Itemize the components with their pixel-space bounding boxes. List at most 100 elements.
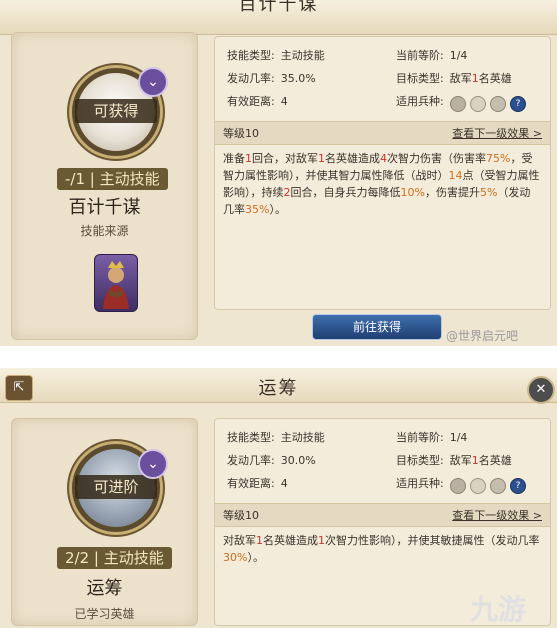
obtainable-label: 可获得 xyxy=(75,99,157,123)
target-value: 敌军 xyxy=(449,454,472,467)
description-segment: 30% xyxy=(223,551,248,564)
skill-type-value: 主动技能 xyxy=(280,431,325,444)
unit-type-icons: ? xyxy=(450,475,530,494)
level-header: 等级10 查看下一级效果 > xyxy=(215,121,550,145)
next-level-link[interactable]: 查看下一级效果 > xyxy=(452,125,542,141)
target-value: 敌军 xyxy=(449,72,472,85)
description-segment: 14 xyxy=(448,169,463,182)
tier-row: 当前等阶: 1/4 xyxy=(396,47,467,63)
level-header: 等级10 查看下一级效果 > xyxy=(215,503,550,527)
skill-source-label: 技能来源 xyxy=(80,224,129,238)
description-segment: 次智力 xyxy=(325,534,358,547)
skill-panel-1: 百计千谋 可获得 ⌄ -/1 | 主动技能 百计千谋 技能来源 技能类型: 主动技… xyxy=(0,0,557,346)
chance-row: 发动几率: 35.0% xyxy=(227,70,316,86)
go-obtain-button[interactable]: 前往获得 xyxy=(312,314,442,340)
skill-type-row: 技能类型: 主动技能 xyxy=(227,429,325,445)
watermark-logo: 九游 xyxy=(470,593,527,626)
target-label: 目标类型: xyxy=(396,72,444,85)
gauntlet-icon[interactable] xyxy=(450,477,466,494)
chevron-down-icon[interactable]: ⌄ xyxy=(138,449,168,479)
tier-row: 当前等阶: 1/4 xyxy=(396,429,467,445)
target-row: 目标类型: 敌军1名英雄 xyxy=(396,452,512,468)
description-segment: 1 xyxy=(245,152,252,165)
description-segment: 回合，自身兵力每降低 xyxy=(290,186,401,199)
skill-details: 技能类型: 主动技能 当前等阶: 1/4 发动几率: 35.0% 目标类型: 敌军1名英… xyxy=(214,36,551,310)
description-segment: ）。 xyxy=(247,551,264,564)
tier-label: 当前等阶: xyxy=(396,49,444,62)
target-unit: 名英雄 xyxy=(478,72,512,85)
target-count: 1 xyxy=(471,72,479,85)
learned-heroes-label: 已学习英雄 xyxy=(74,607,135,621)
unit-type-row: 适用兵种: xyxy=(396,475,444,491)
skill-card: 可获得 ⌄ -/1 | 主动技能 百计千谋 技能来源 xyxy=(11,32,198,340)
skill-type-label: 技能类型: xyxy=(227,431,275,444)
description-segment: 名英雄造成 xyxy=(325,152,380,165)
target-count: 1 xyxy=(471,454,479,467)
tier-label: 当前等阶: xyxy=(396,431,444,444)
title-bar: ⇱ 运筹 ✕ xyxy=(0,368,557,404)
description-segment: 回合，对敌军 xyxy=(252,152,318,165)
skill-level-bar: -/1 | 主动技能 xyxy=(57,168,168,190)
panel-title: 运筹 xyxy=(258,378,299,399)
unit-type-row: 适用兵种: xyxy=(396,93,444,109)
chance-row: 发动几率: 30.0% xyxy=(227,452,316,468)
description-segment: 1 xyxy=(318,152,325,165)
level-title: 等级10 xyxy=(223,509,259,522)
chevron-down-icon[interactable]: ⌄ xyxy=(138,67,168,97)
description-segment: 对敌军 xyxy=(223,534,256,547)
description-segment: 75% xyxy=(486,152,511,165)
question-icon[interactable]: ? xyxy=(510,95,526,112)
description-segment: 5% xyxy=(479,186,498,199)
skill-type-label: 技能类型: xyxy=(227,49,275,62)
skill-description: 对敌军1名英雄造成1次智力性影响），并使其敏捷属性（发动几率30%）。 xyxy=(223,532,541,566)
target-label: 目标类型: xyxy=(396,454,444,467)
panel-divider xyxy=(0,346,557,368)
description-segment: 次智力伤害（伤害率 xyxy=(387,152,486,165)
panel-title: 百计千谋 xyxy=(238,0,319,15)
skill-card: 可进阶 ⌄ 2/2 | 主动技能 运筹 已学习英雄 xyxy=(11,418,198,626)
skill-level-bar: 2/2 | 主动技能 xyxy=(57,547,172,569)
gauntlet-icon[interactable] xyxy=(450,95,466,112)
shield-icon[interactable] xyxy=(470,477,486,494)
description-segment: 10% xyxy=(400,186,425,199)
description-segment: 4 xyxy=(380,152,387,165)
hero-portrait[interactable] xyxy=(94,254,138,312)
horse-icon[interactable] xyxy=(490,477,506,494)
skill-name: 百计千谋 xyxy=(68,197,141,218)
range-label: 有效距离: xyxy=(227,95,275,108)
close-icon[interactable]: ✕ xyxy=(527,376,555,404)
description-segment: 2 xyxy=(283,186,291,199)
description-segment: 1 xyxy=(318,534,325,547)
horse-icon[interactable] xyxy=(490,95,506,112)
description-segment: 准备 xyxy=(223,152,245,165)
tier-value: 1/4 xyxy=(449,49,468,62)
description-segment: 性影响），并使其敏捷属性 xyxy=(358,534,485,547)
range-row: 有效距离: 4 xyxy=(227,93,288,109)
range-row: 有效距离: 4 xyxy=(227,475,288,491)
unit-type-label: 适用兵种: xyxy=(396,95,444,108)
range-label: 有效距离: xyxy=(227,477,275,490)
chance-value: 30.0% xyxy=(280,454,316,467)
skill-type-value: 主动技能 xyxy=(280,49,325,62)
level-title: 等级10 xyxy=(223,127,259,140)
skill-type-row: 技能类型: 主动技能 xyxy=(227,47,325,63)
description-segment: 1 xyxy=(256,534,263,547)
range-value: 4 xyxy=(280,95,288,108)
tier-value: 1/4 xyxy=(449,431,468,444)
skill-name: 运筹 xyxy=(86,578,123,599)
next-level-link[interactable]: 查看下一级效果 > xyxy=(452,507,542,523)
description-segment: 名英雄造成 xyxy=(263,534,318,547)
unit-type-icons: ? xyxy=(450,93,530,112)
watermark-text: @世界启元吧 xyxy=(446,329,519,343)
skill-description: 准备1回合，对敌军1名英雄造成4次智力伤害（伤害率75%，受智力属性影响），并使… xyxy=(223,150,541,218)
description-segment: ）。 xyxy=(269,203,286,216)
chance-label: 发动几率: xyxy=(227,72,275,85)
question-icon[interactable]: ? xyxy=(510,477,526,494)
title-bar: 百计千谋 xyxy=(0,0,557,35)
skill-panel-2: ⇱ 运筹 ✕ 可进阶 ⌄ 2/2 | 主动技能 运筹 已学习英雄 技能类型: 主动… xyxy=(0,368,557,628)
shield-icon[interactable] xyxy=(470,95,486,112)
target-unit: 名英雄 xyxy=(478,454,512,467)
range-value: 4 xyxy=(280,477,288,490)
description-segment: 35% xyxy=(245,203,270,216)
upgradable-label: 可进阶 xyxy=(75,475,157,499)
